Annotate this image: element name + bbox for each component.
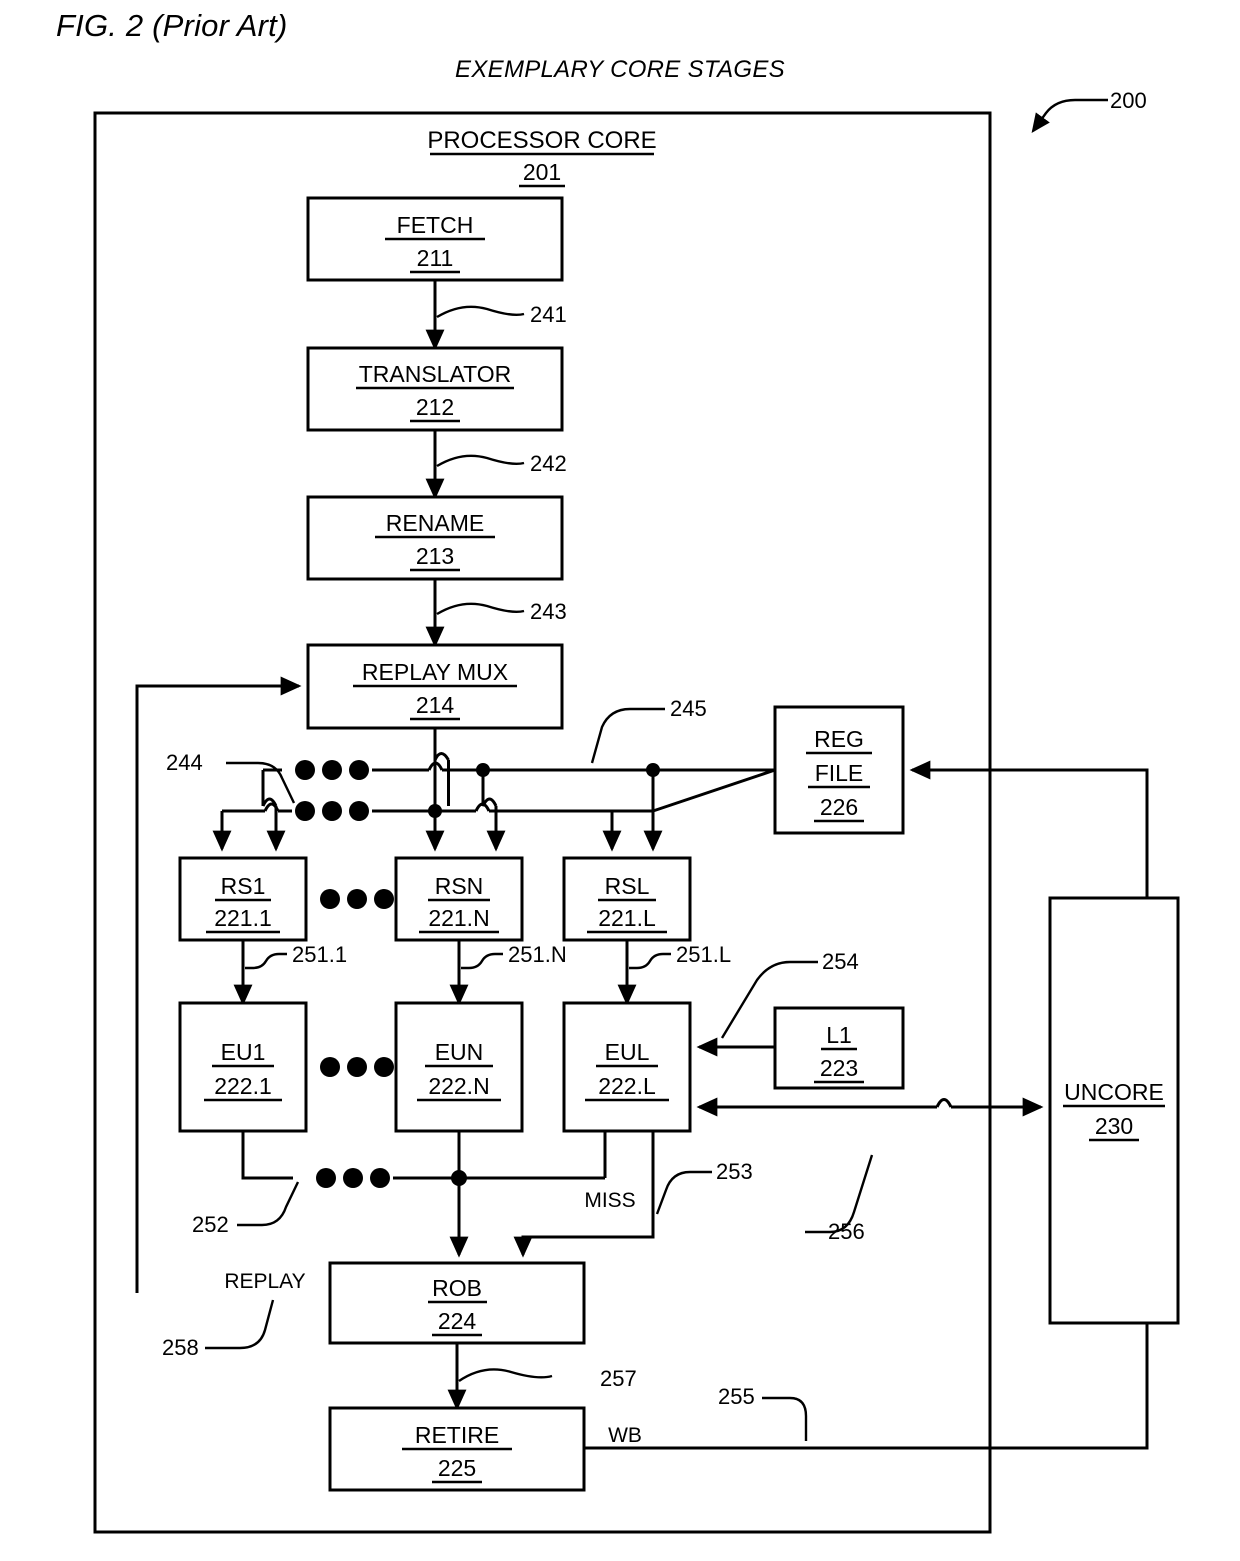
block-uncore[interactable]: UNCORE 230 [1048,896,1180,1325]
block-retire[interactable]: RETIRE 225 [328,1406,586,1492]
processor-core-ref: 201 [523,159,561,185]
eu1-label: EU1 [221,1039,266,1065]
diagram-ref-number: 200 [1110,88,1147,113]
translator-ref: 212 [416,394,454,420]
ref-241: 241 [530,302,567,327]
rsl-label: RSL [605,873,650,899]
block-eu1[interactable]: EU1 222.1 [178,1001,308,1133]
reg-file-ref: 226 [820,794,858,820]
ref-252: 252 [192,1212,229,1237]
ref-243: 243 [530,599,567,624]
ref-257: 257 [600,1366,637,1391]
eu-row-ellipsis [320,1057,394,1077]
rs1-label: RS1 [221,873,266,899]
ref-258: 258 [162,1335,199,1360]
ref-253: 253 [716,1159,753,1184]
block-rsn[interactable]: RSN 221.N [394,856,524,942]
eu1-ref: 222.1 [214,1073,272,1099]
fetch-label: FETCH [397,212,474,238]
ref-256: 256 [828,1219,865,1244]
core-stages-diagram: 200 PROCESSOR CORE 201 FETCH 211 241 TRA… [93,88,1180,1534]
reg-file-label-line1: REG [814,726,864,752]
l1-label: L1 [826,1022,852,1048]
block-reg-file[interactable]: REG FILE 226 [773,705,905,835]
replay-mux-label: REPLAY MUX [362,659,508,685]
eun-ref: 222.N [428,1073,489,1099]
ref-251-n: 251.N [508,942,567,967]
block-eun[interactable]: EUN 222.N [394,1001,524,1133]
ref-251-1: 251.1 [292,942,347,967]
processor-core-title: PROCESSOR CORE [427,127,656,154]
ref-242: 242 [530,451,567,476]
uncore-ref: 230 [1095,1113,1133,1139]
patent-figure-page: FIG. 2 (Prior Art) EXEMPLARY CORE STAGES… [0,0,1240,1561]
reg-file-label-line2: FILE [815,760,864,786]
ref-255: 255 [718,1384,755,1409]
ref-245: 245 [670,696,707,721]
rename-label: RENAME [386,510,484,536]
rename-ref: 213 [416,543,454,569]
rob-label: ROB [432,1275,482,1301]
retire-label: RETIRE [415,1422,499,1448]
rs1-ref: 221.1 [214,905,272,931]
rob-ref: 224 [438,1308,477,1334]
ref-254: 254 [822,949,859,974]
rsl-ref: 221.L [598,905,656,931]
replay-mux-ref: 214 [416,692,455,718]
diagram-ref-leader [1031,98,1108,133]
eun-label: EUN [435,1039,484,1065]
eul-ref: 222.L [598,1073,656,1099]
block-eul[interactable]: EUL 222.L [562,1001,692,1133]
block-rename[interactable]: RENAME 213 [306,495,564,581]
rsn-ref: 221.N [428,905,489,931]
ref-244: 244 [166,750,203,775]
uncore-label: UNCORE [1064,1079,1164,1105]
translator-label: TRANSLATOR [359,361,512,387]
block-rsl[interactable]: RSL 221.L [562,856,692,942]
l1-ref: 223 [820,1055,858,1081]
signal-replay: REPLAY [224,1270,305,1293]
block-l1[interactable]: L1 223 [773,1006,905,1090]
fetch-ref: 211 [417,245,454,271]
rs-row-ellipsis [320,889,394,909]
signal-wb: WB [608,1424,642,1447]
rsn-label: RSN [435,873,484,899]
ref-251-l: 251.L [676,942,731,967]
retire-ref: 225 [438,1455,476,1481]
block-fetch[interactable]: FETCH 211 [306,196,564,282]
block-rob[interactable]: ROB 224 [328,1261,586,1345]
block-translator[interactable]: TRANSLATOR 212 [306,346,564,432]
block-rs1[interactable]: RS1 221.1 [178,856,308,942]
signal-miss: MISS [584,1189,635,1212]
eul-label: EUL [605,1039,650,1065]
block-replay-mux[interactable]: REPLAY MUX 214 [306,643,564,730]
